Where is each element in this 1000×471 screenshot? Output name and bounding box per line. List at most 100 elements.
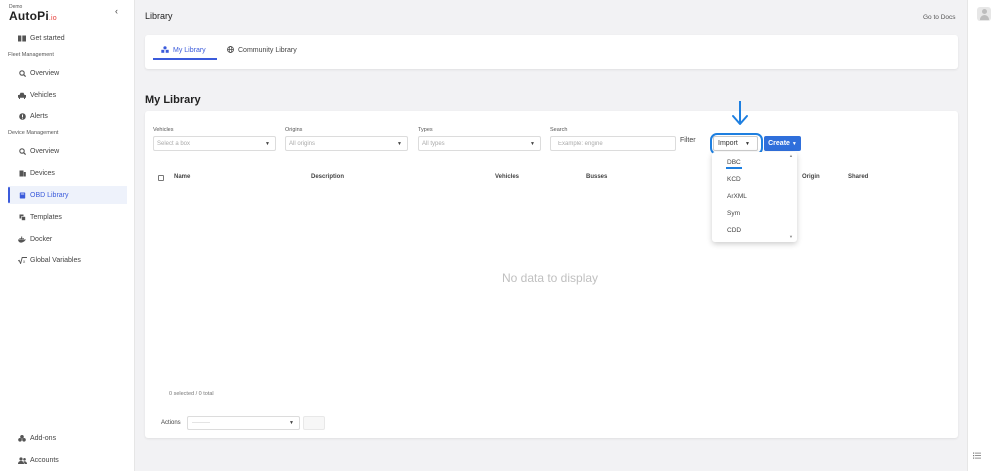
import-option-sym[interactable]: Sym [727,210,740,217]
list-icon[interactable] [973,452,981,461]
users-icon [17,456,27,464]
brand-name-text: AutoPi [9,9,49,23]
origins-select-value: All origins [289,140,316,147]
sidebar-item-alerts[interactable]: Alerts [8,107,127,125]
sidebar-item-devices[interactable]: Devices [8,164,127,182]
sidebar-item-add-ons[interactable]: Add-ons [8,429,127,447]
annotation-arrow-icon [730,100,750,128]
column-header-description[interactable]: Description [311,174,344,180]
chevron-down-icon: ▼ [791,140,797,147]
sidebar: Demo AutoPi.io ‹ Get started Fleet Manag… [0,0,135,471]
vehicles-select[interactable]: Select a box ▼ [153,136,276,151]
sidebar-item-label: Add-ons [30,434,57,442]
templates-icon [17,214,27,221]
tab-label: My Library [173,47,206,54]
column-header-name[interactable]: Name [174,174,190,180]
actions-select-value: --------- [192,420,210,426]
collapse-sidebar-icon[interactable]: ‹ [115,6,118,16]
empty-state-text: No data to display [501,271,599,285]
devices-icon [17,170,27,177]
chevron-down-icon: ▼ [289,420,294,426]
column-header-busses[interactable]: Busses [586,174,607,180]
chevron-down-icon: ▼ [745,140,750,147]
origins-filter-label: Origins [285,127,303,133]
search-icon [17,147,27,155]
globe-icon [227,46,234,55]
import-button-label: Import [718,140,738,147]
page-title: Library [145,11,173,21]
import-option-dbc[interactable]: DBC [727,159,741,166]
alert-icon [17,112,27,120]
sidebar-item-global-variables[interactable]: x Global Variables [8,251,127,269]
vehicles-select-value: Select a box [157,140,191,147]
chevron-down-icon: ▼ [265,141,270,147]
avatar-head [981,9,987,14]
svg-text:x: x [23,258,26,263]
tab-community-library[interactable]: Community Library [227,46,297,55]
types-select-value: All types [422,140,445,147]
sidebar-item-fleet-overview[interactable]: Overview [8,64,127,82]
import-option-arxml[interactable]: ArXML [727,193,747,200]
tab-label: Community Library [238,47,297,54]
vehicles-filter-label: Vehicles [153,127,174,133]
section-title: My Library [145,94,201,106]
actions-apply-button[interactable] [303,416,325,430]
sidebar-item-get-started[interactable]: Get started [8,29,127,47]
annotation-underline [726,167,742,169]
column-header-origin[interactable]: Origin [802,174,820,180]
search-icon [17,69,27,77]
import-option-kcd[interactable]: KCD [727,176,741,183]
section-device-management: Device Management [8,130,59,136]
chevron-down-icon: ▼ [530,141,535,147]
sidebar-item-label: Accounts [30,456,59,464]
sidebar-item-label: Overview [30,147,60,155]
selection-count: 0 selected / 0 total [169,391,214,397]
sidebar-item-label: Get started [30,34,65,42]
create-button[interactable]: Create ▼ [764,136,801,151]
active-tab-indicator [153,58,217,60]
scroll-up-icon[interactable]: ▲ [789,153,793,158]
sidebar-item-label: Global Variables [30,256,81,264]
car-icon [17,92,27,99]
search-filter-label: Search [550,127,568,133]
sidebar-item-obd-library[interactable]: OBD Library [8,186,127,204]
shapes-icon [161,46,169,55]
sidebar-item-label: Templates [30,213,62,221]
brand-name: AutoPi.io [9,9,57,23]
book-icon [17,35,27,42]
sidebar-item-accounts[interactable]: Accounts [8,451,127,469]
library-table-card: Vehicles Select a box ▼ Origins All orig… [145,111,958,438]
filter-button[interactable]: Filter [680,137,696,144]
sidebar-item-label: Docker [30,235,53,243]
library-tabs: My Library Community Library [145,35,958,69]
sidebar-item-label: OBD Library [30,191,69,199]
sidebar-item-vehicles[interactable]: Vehicles [8,86,127,104]
import-dropdown-menu: ▲ DBC KCD ArXML Sym CDD ▼ [712,152,797,242]
chevron-down-icon: ▼ [397,141,402,147]
sidebar-item-label: Alerts [30,112,48,120]
origins-select[interactable]: All origins ▼ [285,136,408,151]
actions-label: Actions [161,420,181,426]
tab-my-library[interactable]: My Library [161,46,206,55]
create-button-label: Create [768,140,790,147]
actions-select[interactable]: --------- ▼ [187,416,300,430]
avatar[interactable] [977,7,991,21]
import-option-cdd[interactable]: CDD [727,227,741,234]
import-button[interactable]: Import ▼ [713,136,758,151]
right-rail [967,0,1000,471]
sidebar-item-device-overview[interactable]: Overview [8,142,127,160]
go-to-docs-link[interactable]: Go to Docs [923,14,956,21]
types-select[interactable]: All types ▼ [418,136,541,151]
sidebar-item-docker[interactable]: Docker [8,230,127,248]
docker-icon [17,236,27,243]
select-all-checkbox[interactable] [158,175,164,181]
types-filter-label: Types [418,127,433,133]
search-input[interactable] [550,136,676,151]
brand-logo[interactable]: Demo AutoPi.io [9,4,57,25]
scroll-down-icon[interactable]: ▼ [789,234,793,239]
column-header-shared[interactable]: Shared [848,174,868,180]
column-header-vehicles[interactable]: Vehicles [495,174,519,180]
sidebar-item-templates[interactable]: Templates [8,208,127,226]
sidebar-item-label: Devices [30,169,55,177]
section-fleet-management: Fleet Management [8,52,54,58]
